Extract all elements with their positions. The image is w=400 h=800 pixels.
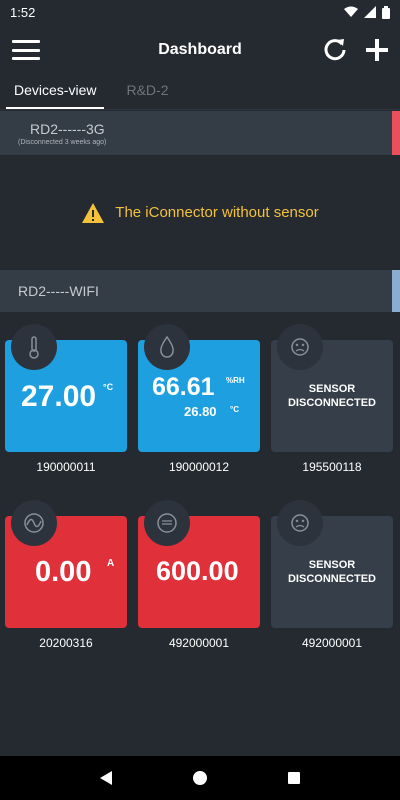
sensor-tile[interactable]: 27.00 °C [5, 324, 127, 452]
sensor-grid-row-2: 0.00 A 20200316 600.00 492000001 SENSOR … [0, 500, 400, 658]
gauge-lines-icon [144, 500, 190, 546]
sensor-id: 20200316 [39, 636, 93, 650]
group-status-marker [392, 270, 400, 312]
group-name: RD2-----WIFI [18, 283, 99, 299]
thermometer-icon [11, 324, 57, 370]
wifi-icon [344, 6, 358, 17]
sensor-id: 195500118 [302, 460, 362, 474]
sensor-secondary-unit: °C [230, 405, 239, 414]
sensor-tile[interactable]: SENSOR DISCONNECTED [271, 500, 393, 628]
warning-message: The iConnector without sensor [0, 155, 400, 270]
sad-face-icon [277, 324, 323, 370]
sensor-value: 0.00 [35, 556, 92, 588]
status-bar: 1:52 [0, 0, 400, 24]
group-header-rd2-wifi[interactable]: RD2-----WIFI [0, 270, 400, 312]
warning-icon [82, 202, 105, 223]
sine-wave-icon [11, 500, 57, 546]
group-header-rd2-3g[interactable]: RD2------3G (Disconnected 3 weeks ago) [0, 111, 400, 155]
sensor-unit: °C [103, 382, 114, 392]
cell-signal-icon [364, 6, 376, 18]
add-icon[interactable] [366, 39, 388, 61]
group-status-marker [392, 111, 400, 155]
sensor-id: 492000001 [301, 636, 363, 650]
sensor-secondary-value: 26.80 [184, 404, 217, 419]
recents-icon[interactable] [287, 771, 301, 785]
sensor-tile[interactable]: 66.61 %RH 26.80 °C [138, 324, 260, 452]
sensor-value: 66.61 [152, 373, 215, 401]
warning-text: The iConnector without sensor [115, 204, 319, 221]
sensor-id: 190000012 [168, 460, 230, 474]
sensor-status: SENSOR DISCONNECTED [287, 383, 376, 409]
sensor-tile[interactable]: 0.00 A [5, 500, 127, 628]
sensor-value: 27.00 [21, 380, 97, 413]
sensor-unit: %RH [226, 376, 245, 385]
sensor-unit: A [107, 558, 115, 569]
tab-rd-2[interactable]: R&D-2 [118, 76, 176, 109]
water-drop-icon [144, 324, 190, 370]
sensor-id: 492000001 [168, 636, 230, 650]
system-nav-bar [0, 756, 400, 800]
tab-devices-view[interactable]: Devices-view [6, 76, 105, 109]
sensor-status: SENSOR DISCONNECTED [287, 559, 376, 585]
sensor-tile[interactable]: 600.00 [138, 500, 260, 628]
refresh-icon[interactable] [322, 37, 348, 63]
group-status: (Disconnected 3 weeks ago) [18, 138, 107, 146]
app-bar: Dashboard [0, 24, 400, 76]
sensor-tile[interactable]: SENSOR DISCONNECTED [271, 324, 393, 452]
back-icon[interactable] [99, 770, 113, 786]
status-icons [344, 5, 390, 19]
tab-bar: Devices-view R&D-2 [0, 76, 400, 110]
group-name: RD2------3G [30, 120, 105, 137]
home-icon[interactable] [192, 770, 208, 786]
sensor-id: 190000011 [36, 460, 96, 474]
status-time: 1:52 [10, 4, 36, 20]
battery-icon [382, 5, 390, 19]
sensor-value: 600.00 [156, 556, 239, 586]
menu-icon[interactable] [12, 38, 40, 62]
sensor-grid: 27.00 °C 190000011 66.61 %RH 26.80 °C 19… [0, 324, 400, 482]
sad-face-icon [277, 500, 323, 546]
app-bar-actions [322, 37, 388, 63]
